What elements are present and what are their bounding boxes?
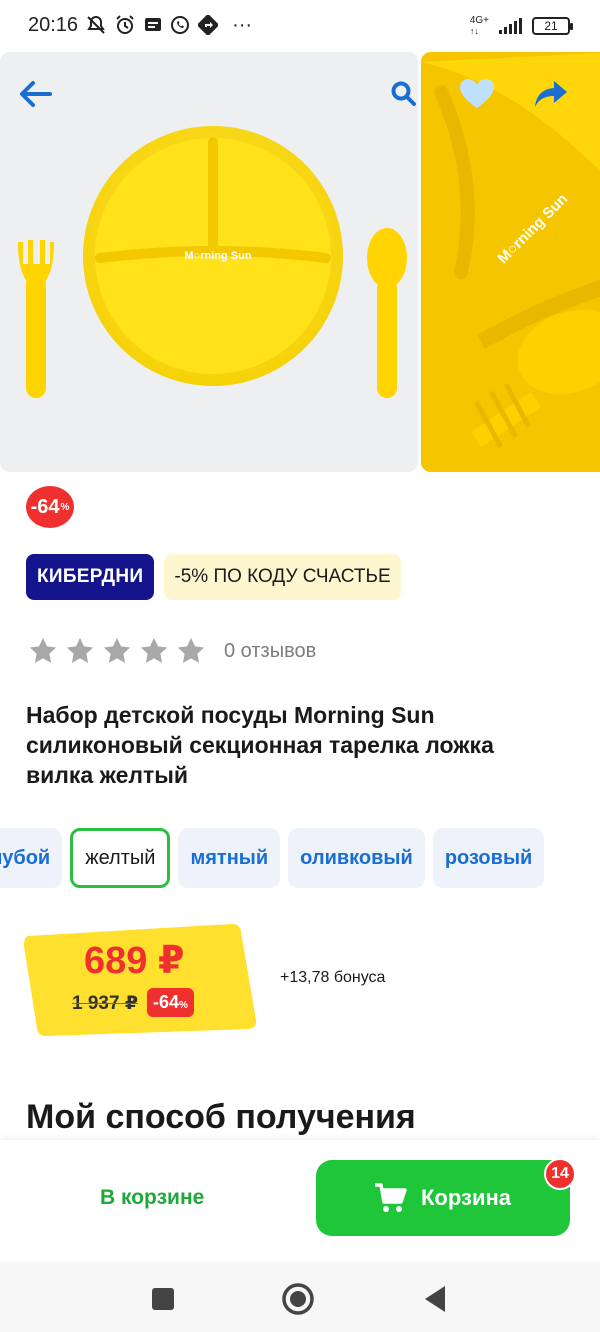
in-cart-button[interactable]: В корзине [100,1186,204,1210]
cart-icon [375,1183,407,1212]
plate-closeup-image: M○rning Sun [421,52,600,472]
status-bar: 20:16 ··· 4G+ ↑↓ 21 [0,0,600,50]
reviews-count: 0 отзывов [224,639,317,662]
alarm-icon [116,15,134,34]
bonus-text: +13,78 бонуса [280,969,386,986]
rating-stars [28,636,206,666]
back-nav-button[interactable] [418,1282,452,1316]
status-notification-icons: ··· [86,14,252,37]
color-chip-yellow[interactable]: желтый [70,828,171,888]
message-icon [145,18,162,31]
promo-cyberdays[interactable]: КИБЕРДНИ [26,554,155,600]
cart-count-badge: 14 [544,1158,576,1190]
product-gallery[interactable]: M○rning Sun M○rning Sun [0,52,600,472]
status-time: 20:16 [28,13,79,36]
color-selector[interactable]: голубой желтый мятный оливковый розовый [0,828,600,888]
network-indicator: 4G+ ↑↓ [469,15,489,37]
recents-button[interactable] [146,1282,180,1316]
star-icon [103,637,131,663]
product-photo-main[interactable]: M○rning Sun [0,52,418,472]
promo-code[interactable]: -5% ПО КОДУ СЧАСТЬЕ [164,554,401,600]
cart-button-label: Корзина [421,1185,511,1210]
back-button[interactable] [16,74,56,114]
square-icon [152,1288,174,1310]
share-icon [535,81,567,107]
price-old: 1 937 ₽ [72,993,139,1014]
color-chip-olive[interactable]: оливковый [288,828,425,888]
more-notifications-icon: ··· [232,13,253,36]
star-icon [177,637,205,663]
status-right: 4G+ ↑↓ 21 [469,15,573,37]
product-title: Набор детской посуды Morning Sun силикон… [26,702,494,788]
plate-set-image: M○rning Sun [18,126,407,398]
navigation-icon [198,15,219,35]
rating[interactable]: 0 отзывов [28,636,316,666]
system-nav-bar [0,1262,600,1332]
plate-logo: M○rning Sun [184,250,251,262]
whatsapp-icon [171,16,190,34]
triangle-back-icon [425,1286,445,1312]
price-discount: -64% [147,988,194,1017]
color-chip-pink[interactable]: розовый [432,828,545,888]
heart-icon [460,79,494,108]
home-button[interactable] [281,1282,315,1316]
bottom-action-bar: В корзине Корзина 14 [0,1140,600,1260]
star-icon [66,637,94,663]
delivery-section-title: Мой способ получения [26,1098,416,1136]
star-icon [29,637,57,663]
price-block: 689 ₽ 1 937 ₽ -64% [24,924,256,1036]
discount-badge: -64% [26,486,74,528]
product-photo-secondary[interactable]: M○rning Sun [421,52,600,472]
star-icon [140,637,168,663]
arrow-left-icon [20,81,52,107]
color-chip-light-blue[interactable]: голубой [0,828,63,888]
muted-bell-icon [87,15,105,34]
signal-icon [499,18,522,34]
cart-button[interactable]: Корзина [316,1160,570,1236]
price-current: 689 ₽ [84,940,185,982]
search-button[interactable] [384,74,418,114]
share-button[interactable] [531,74,571,114]
circle-icon [282,1283,314,1315]
favorite-button[interactable] [457,74,497,114]
color-chip-mint[interactable]: мятный [178,828,281,888]
promo-row: КИБЕРДНИ -5% ПО КОДУ СЧАСТЬЕ [26,554,401,600]
battery-icon: 21 [532,17,573,35]
search-icon [391,81,416,106]
